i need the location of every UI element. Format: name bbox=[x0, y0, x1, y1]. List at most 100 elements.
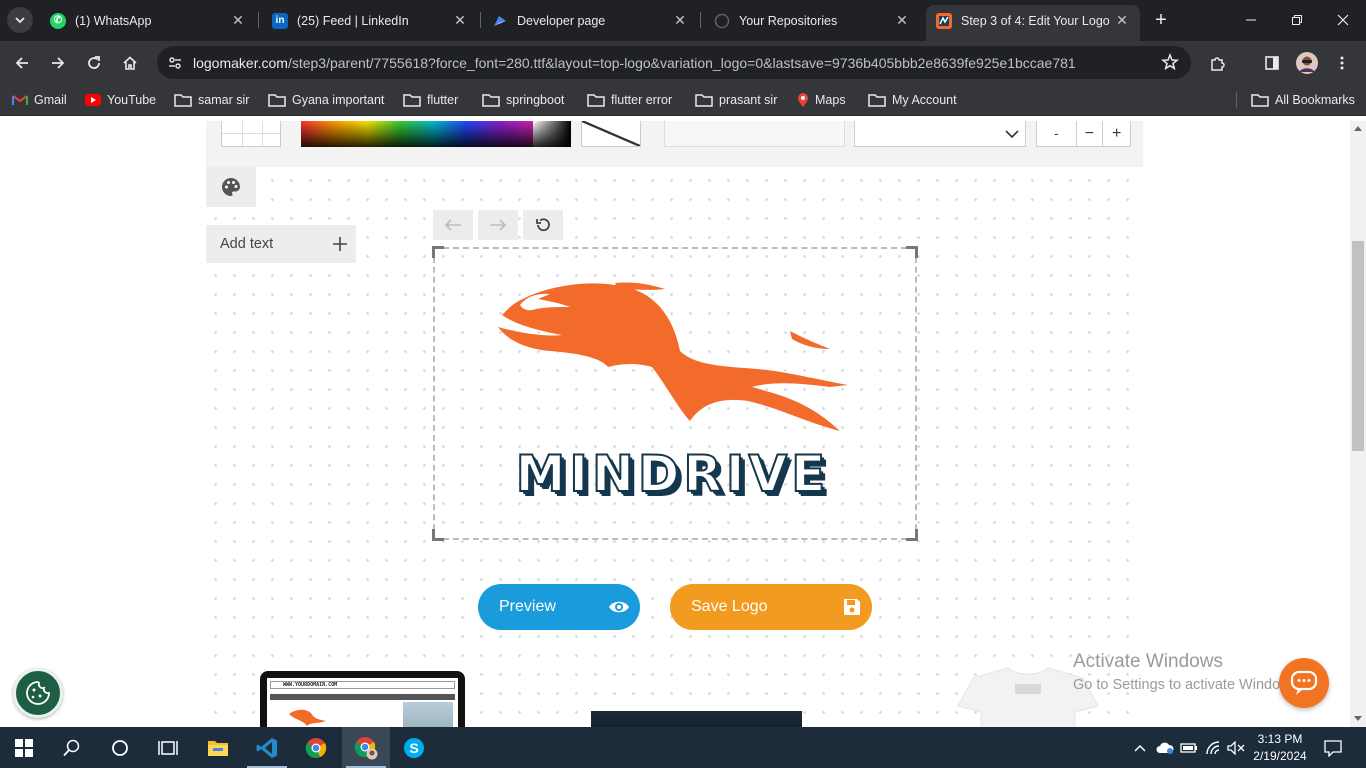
battery-tray[interactable] bbox=[1178, 727, 1200, 768]
chrome-button[interactable] bbox=[292, 727, 340, 768]
scroll-up-arrow-icon[interactable] bbox=[1354, 126, 1362, 131]
profile-avatar[interactable] bbox=[1293, 49, 1321, 77]
layout-grid-picker[interactable] bbox=[221, 121, 281, 147]
folder-icon bbox=[268, 93, 286, 107]
side-panel-button[interactable] bbox=[1258, 49, 1286, 77]
tab-divider bbox=[480, 12, 481, 28]
scrollbar-thumb[interactable] bbox=[1352, 241, 1364, 451]
decrease-button[interactable]: − bbox=[1077, 121, 1104, 146]
svg-text:S: S bbox=[409, 740, 418, 756]
font-name-field[interactable] bbox=[664, 121, 845, 147]
file-explorer-button[interactable] bbox=[194, 727, 242, 768]
size-value[interactable]: - bbox=[1037, 121, 1077, 146]
task-view-button[interactable] bbox=[144, 727, 192, 768]
resize-handle[interactable] bbox=[432, 529, 444, 541]
preview-button[interactable]: Preview bbox=[478, 584, 640, 630]
reload-button[interactable] bbox=[80, 49, 108, 77]
page-scrollbar[interactable] bbox=[1350, 121, 1366, 727]
no-color-swatch[interactable] bbox=[581, 121, 641, 147]
undo-button[interactable] bbox=[433, 210, 473, 240]
close-tab-icon[interactable]: ✕ bbox=[230, 12, 246, 29]
brand-name-text[interactable]: MINDRIVE bbox=[481, 444, 864, 504]
search-button[interactable] bbox=[48, 727, 96, 768]
task-view-icon bbox=[158, 740, 178, 755]
bookmark-prasant-sir[interactable]: prasant sir bbox=[695, 91, 777, 109]
cortana-button[interactable] bbox=[96, 727, 144, 768]
cloud-sync-tray[interactable] bbox=[1154, 727, 1176, 768]
mockup-screen: WWW.YOURDOMAIN.COM bbox=[267, 678, 458, 727]
redo-button[interactable] bbox=[478, 210, 518, 240]
close-tab-icon[interactable]: ✕ bbox=[672, 12, 688, 29]
new-tab-button[interactable]: + bbox=[1150, 9, 1172, 31]
color-spectrum-picker[interactable] bbox=[301, 121, 571, 147]
cortana-icon bbox=[112, 739, 128, 756]
tab-search-button[interactable] bbox=[7, 7, 33, 33]
bookmarks-bar: Gmail YouTube samar sir Gyana important … bbox=[0, 84, 1366, 116]
bookmark-gyana-important[interactable]: Gyana important bbox=[268, 91, 384, 109]
close-tab-icon[interactable]: ✕ bbox=[1114, 12, 1130, 29]
activate-subtitle: Go to Settings to activate Windows. bbox=[1073, 677, 1302, 693]
tab-logomaker[interactable]: Step 3 of 4: Edit Your Logo | ✕ bbox=[926, 5, 1140, 41]
close-tab-icon[interactable]: ✕ bbox=[452, 12, 468, 29]
bookmark-gmail[interactable]: Gmail bbox=[12, 91, 67, 109]
all-bookmarks[interactable]: All Bookmarks bbox=[1251, 91, 1355, 109]
bookmark-youtube[interactable]: YouTube bbox=[85, 91, 156, 109]
bookmark-my-account[interactable]: My Account bbox=[868, 91, 957, 109]
system-clock[interactable]: 3:13 PM 2/19/2024 bbox=[1248, 731, 1312, 765]
maps-icon bbox=[797, 92, 809, 108]
increase-button[interactable]: + bbox=[1103, 121, 1130, 146]
volume-tray[interactable] bbox=[1225, 727, 1247, 768]
tab-title: (1) WhatsApp bbox=[75, 13, 152, 28]
chat-support-button[interactable] bbox=[1279, 658, 1329, 708]
resize-handle[interactable] bbox=[432, 246, 444, 258]
extensions-button[interactable] bbox=[1204, 49, 1232, 77]
address-bar[interactable]: logomaker.com/step3/parent/7755618?force… bbox=[157, 46, 1191, 79]
add-text-button[interactable]: Add text bbox=[206, 225, 356, 263]
tab-linkedin[interactable]: in (25) Feed | LinkedIn ✕ bbox=[262, 5, 478, 36]
bookmark-label: samar sir bbox=[198, 93, 250, 107]
forward-button[interactable] bbox=[44, 49, 72, 77]
bookmark-label: flutter bbox=[427, 93, 459, 107]
resize-handle[interactable] bbox=[906, 246, 918, 258]
reset-button[interactable] bbox=[523, 210, 563, 240]
show-hidden-icons[interactable] bbox=[1130, 727, 1150, 768]
bookmark-label: Gmail bbox=[34, 93, 67, 107]
tab-whatsapp[interactable]: ✆ (1) WhatsApp ✕ bbox=[40, 5, 256, 36]
bookmark-star-icon[interactable] bbox=[1161, 52, 1179, 74]
start-button[interactable] bbox=[0, 727, 48, 768]
vscode-button[interactable] bbox=[243, 727, 291, 768]
scroll-down-arrow-icon[interactable] bbox=[1354, 716, 1362, 721]
bookmark-samar-sir[interactable]: samar sir bbox=[174, 91, 249, 109]
tab-title: Step 3 of 4: Edit Your Logo | bbox=[961, 13, 1114, 28]
chrome-profile-button[interactable] bbox=[342, 727, 390, 768]
bookmark-maps[interactable]: Maps bbox=[797, 91, 846, 109]
resize-handle[interactable] bbox=[906, 529, 918, 541]
back-button[interactable] bbox=[8, 49, 36, 77]
close-tab-icon[interactable]: ✕ bbox=[894, 12, 910, 29]
menu-button[interactable] bbox=[1328, 49, 1356, 77]
bookmark-flutter[interactable]: flutter bbox=[403, 91, 458, 109]
mockup-logo-icon bbox=[289, 709, 326, 726]
minimize-button[interactable] bbox=[1228, 0, 1274, 40]
font-dropdown[interactable] bbox=[854, 121, 1026, 147]
tab-developer[interactable]: Developer page ✕ bbox=[482, 5, 698, 36]
bookmark-flutter-error[interactable]: flutter error bbox=[587, 91, 672, 109]
tab-repositories[interactable]: Your Repositories ✕ bbox=[704, 5, 920, 36]
restore-button[interactable] bbox=[1274, 0, 1320, 40]
save-logo-button[interactable]: Save Logo bbox=[670, 584, 872, 630]
network-tray[interactable] bbox=[1203, 727, 1225, 768]
color-palette-button[interactable] bbox=[206, 167, 256, 207]
size-stepper[interactable]: - − + bbox=[1036, 121, 1131, 147]
home-button[interactable] bbox=[116, 49, 144, 77]
site-info-icon[interactable] bbox=[160, 48, 190, 78]
cookie-settings-button[interactable] bbox=[13, 668, 63, 718]
tab-title: Your Repositories bbox=[739, 13, 838, 28]
windows-logo-icon bbox=[15, 738, 33, 757]
cloud-icon bbox=[1156, 742, 1174, 754]
close-window-button[interactable] bbox=[1320, 0, 1366, 40]
skype-button[interactable]: S bbox=[390, 727, 438, 768]
notifications-button[interactable] bbox=[1318, 727, 1348, 768]
bookmark-label: Maps bbox=[815, 93, 846, 107]
bookmark-springboot[interactable]: springboot bbox=[482, 91, 564, 109]
folder-icon bbox=[403, 93, 421, 107]
